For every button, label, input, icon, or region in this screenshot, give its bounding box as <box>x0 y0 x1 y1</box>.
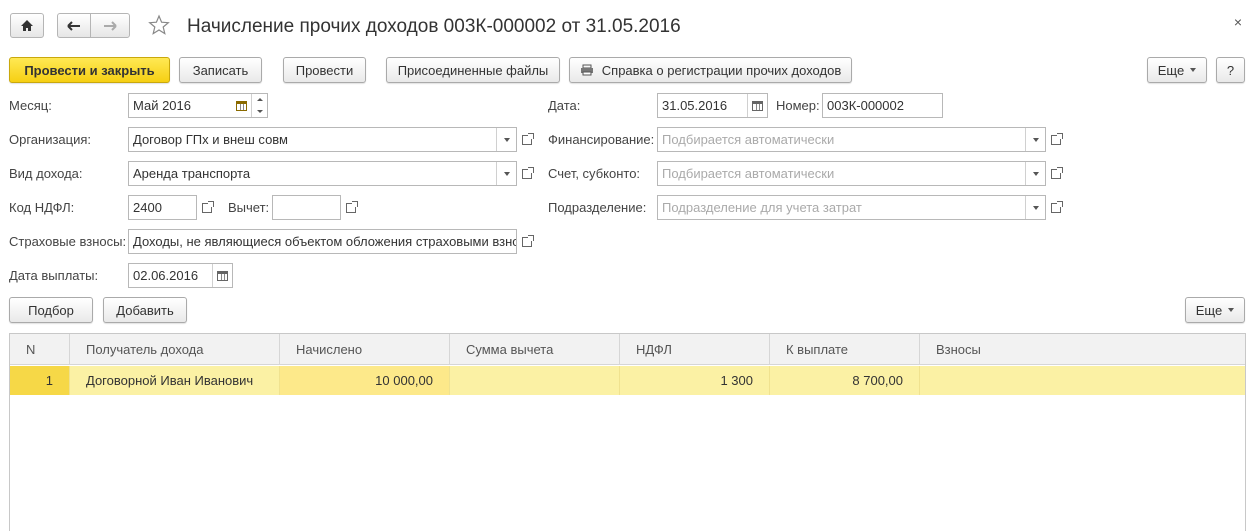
income-type-open-icon[interactable] <box>517 161 537 186</box>
cell-accrued[interactable]: 10 000,00 <box>280 366 450 395</box>
table-more-button[interactable]: Еще <box>1185 297 1245 323</box>
insurance-label: Страховые взносы: <box>9 234 127 249</box>
number-label: Номер: <box>776 98 820 113</box>
pay-date-label: Дата выплаты: <box>9 268 99 283</box>
table-more-button-label: Еще <box>1195 302 1223 318</box>
chevron-down-icon <box>1228 308 1235 312</box>
account-open-icon[interactable] <box>1046 161 1066 186</box>
add-button[interactable]: Добавить <box>103 297 187 323</box>
page-title: Начисление прочих доходов 003К-000002 от… <box>187 16 681 37</box>
pay-date-calendar-icon[interactable] <box>212 264 232 287</box>
deduction-label: Вычет: <box>228 200 270 215</box>
insurance-field[interactable]: Доходы, не являющиеся объектом обложения… <box>128 229 517 254</box>
printer-icon <box>580 64 593 76</box>
favorite-star-icon[interactable] <box>148 14 170 39</box>
date-value: 31.05.2016 <box>662 98 728 113</box>
deduction-open-icon[interactable] <box>341 195 361 220</box>
column-header-ndfl[interactable]: НДФЛ <box>620 334 770 365</box>
cell-contributions[interactable] <box>920 366 1247 395</box>
ndfl-code-field[interactable]: 2400 <box>128 195 197 220</box>
number-field[interactable]: 003К-000002 <box>822 93 943 118</box>
account-dropdown-icon[interactable] <box>1025 162 1045 185</box>
table-row[interactable]: 1 Договорной Иван Иванович 10 000,00 1 3… <box>10 366 1245 395</box>
insurance-value: Доходы, не являющиеся объектом обложения… <box>133 234 516 249</box>
account-field[interactable]: Подбирается автоматически <box>657 161 1046 186</box>
insurance-open-icon[interactable] <box>517 229 537 254</box>
deduction-field[interactable] <box>272 195 341 220</box>
account-label: Счет, субконто: <box>548 166 641 181</box>
cell-deduction[interactable] <box>450 366 620 395</box>
calendar-icon[interactable] <box>747 94 767 117</box>
ndfl-code-open-icon[interactable] <box>197 195 217 220</box>
income-type-value: Аренда транспорта <box>133 166 251 181</box>
arrow-left-icon <box>67 20 80 31</box>
department-placeholder: Подразделение для учета затрат <box>662 200 862 215</box>
date-label: Дата: <box>548 98 581 113</box>
organization-open-icon[interactable] <box>517 127 537 152</box>
organization-label: Организация: <box>9 132 92 147</box>
column-header-accrued[interactable]: Начислено <box>280 334 450 365</box>
more-button[interactable]: Еще <box>1147 57 1207 83</box>
attached-files-button[interactable]: Присоединенные файлы <box>386 57 560 83</box>
chevron-down-icon <box>1190 68 1197 72</box>
financing-dropdown-icon[interactable] <box>1025 128 1045 151</box>
financing-field[interactable]: Подбирается автоматически <box>657 127 1046 152</box>
date-field[interactable]: 31.05.2016 <box>657 93 768 118</box>
column-header-payout[interactable]: К выплате <box>770 334 920 365</box>
pick-button[interactable]: Подбор <box>9 297 93 323</box>
month-stepper[interactable] <box>251 94 267 117</box>
account-placeholder: Подбирается автоматически <box>662 166 835 181</box>
forward-button[interactable] <box>90 13 130 38</box>
income-type-dropdown-icon[interactable] <box>496 162 516 185</box>
ndfl-code-value: 2400 <box>133 200 162 215</box>
department-field[interactable]: Подразделение для учета затрат <box>657 195 1046 220</box>
cell-ndfl[interactable]: 1 300 <box>620 366 770 395</box>
month-value: Май 2016 <box>133 98 191 113</box>
number-value: 003К-000002 <box>827 98 904 113</box>
cell-payout[interactable]: 8 700,00 <box>770 366 920 395</box>
home-button[interactable] <box>10 13 44 38</box>
financing-open-icon[interactable] <box>1046 127 1066 152</box>
home-icon <box>21 20 33 31</box>
report-button[interactable]: Справка о регистрации прочих доходов <box>569 57 852 83</box>
help-button[interactable]: ? <box>1216 57 1245 83</box>
financing-placeholder: Подбирается автоматически <box>662 132 835 147</box>
organization-dropdown-icon[interactable] <box>496 128 516 151</box>
save-button[interactable]: Записать <box>179 57 262 83</box>
accruals-table[interactable]: N Получатель дохода Начислено Сумма выче… <box>9 333 1246 531</box>
pay-date-value: 02.06.2016 <box>133 268 199 283</box>
cell-recipient[interactable]: Договорной Иван Иванович <box>70 366 280 395</box>
income-type-field[interactable]: Аренда транспорта <box>128 161 517 186</box>
arrow-right-icon <box>104 20 117 31</box>
pay-date-field[interactable]: 02.06.2016 <box>128 263 233 288</box>
column-header-recipient[interactable]: Получатель дохода <box>70 334 280 365</box>
ndfl-code-label: Код НДФЛ: <box>9 200 75 215</box>
post-and-close-button[interactable]: Провести и закрыть <box>9 57 170 83</box>
financing-label: Финансирование: <box>548 132 655 147</box>
month-label: Месяц: <box>9 98 52 113</box>
more-button-label: Еще <box>1157 62 1185 78</box>
column-header-n[interactable]: N <box>10 334 70 365</box>
department-open-icon[interactable] <box>1046 195 1066 220</box>
post-button[interactable]: Провести <box>283 57 366 83</box>
column-header-contributions[interactable]: Взносы <box>920 334 1247 365</box>
organization-value: Договор ГПх и внеш совм <box>133 132 288 147</box>
month-field[interactable]: Май 2016 <box>128 93 268 118</box>
organization-field[interactable]: Договор ГПх и внеш совм <box>128 127 517 152</box>
table-header: N Получатель дохода Начислено Сумма выче… <box>10 334 1245 365</box>
department-label: Подразделение: <box>548 200 647 215</box>
report-button-label: Справка о регистрации прочих доходов <box>601 62 842 78</box>
cell-n[interactable]: 1 <box>10 366 70 395</box>
column-header-deduction[interactable]: Сумма вычета <box>450 334 620 365</box>
deduction-value <box>273 196 340 219</box>
income-type-label: Вид дохода: <box>9 166 83 181</box>
back-button[interactable] <box>57 13 91 38</box>
month-picker-icon[interactable] <box>231 94 251 117</box>
close-icon[interactable]: × <box>1234 14 1242 30</box>
department-dropdown-icon[interactable] <box>1025 196 1045 219</box>
